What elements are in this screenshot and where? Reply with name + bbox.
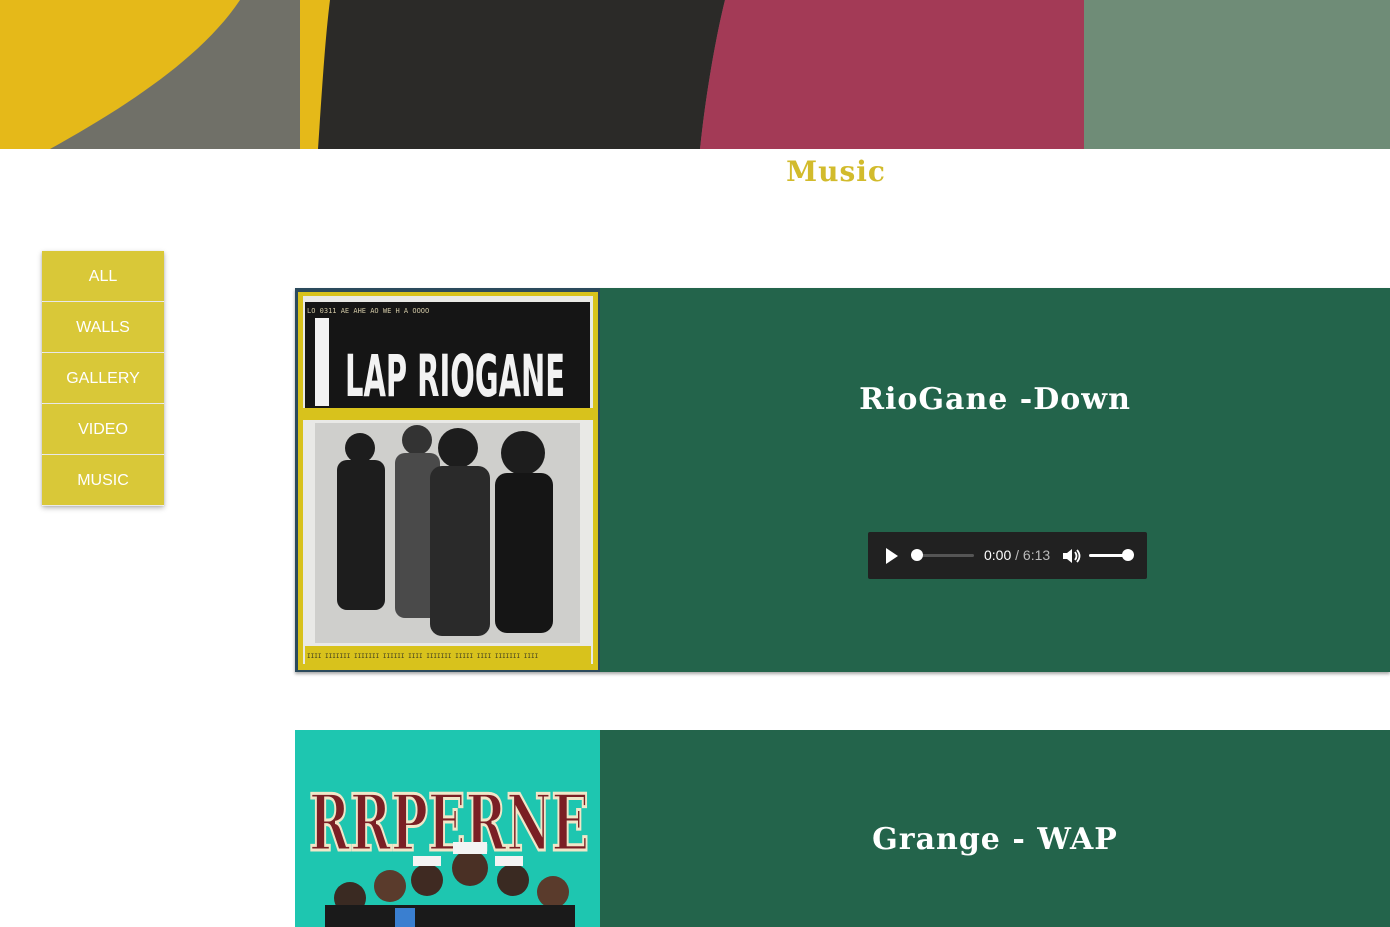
banner-artwork bbox=[0, 0, 1390, 149]
album-cover-image: RRPERNE bbox=[295, 730, 600, 927]
album-cover-title: RRPERNE bbox=[309, 778, 589, 869]
page-title: Music bbox=[786, 155, 886, 188]
volume-handle[interactable] bbox=[1122, 549, 1134, 561]
volume-icon[interactable] bbox=[1062, 547, 1082, 565]
track-title: RioGane -Down bbox=[859, 382, 1131, 417]
svg-text:IIII IIIIIII IIIIIII IIIIII II: IIII IIIIIII IIIIIII IIIIII IIII IIIIIII… bbox=[307, 653, 539, 660]
volume-slider[interactable] bbox=[1089, 549, 1134, 561]
play-icon[interactable] bbox=[886, 548, 898, 564]
seek-slider[interactable] bbox=[911, 549, 974, 561]
filter-music-button[interactable]: MUSIC bbox=[42, 455, 164, 505]
filter-walls-button[interactable]: WALLS bbox=[42, 302, 164, 352]
music-card: LO 0311 AE AHE AO WE H A OOOO LAP RIOGAN… bbox=[295, 288, 1390, 672]
audio-player: 0:00 / 6:13 bbox=[868, 532, 1147, 579]
time-display: 0:00 / 6:13 bbox=[984, 547, 1050, 563]
filter-all-button[interactable]: ALL bbox=[42, 251, 164, 301]
svg-text:LO 0311 AE AHE AO WE H: LO 0311 AE AHE AO WE H A OOOO bbox=[307, 307, 429, 315]
category-filter-nav: ALL WALLS GALLERY VIDEO MUSIC bbox=[42, 251, 164, 506]
album-cover-title: LAP RIOGANE bbox=[345, 342, 565, 410]
time-separator: / bbox=[1015, 547, 1020, 563]
filter-video-button[interactable]: VIDEO bbox=[42, 404, 164, 454]
music-card: RRPERNE Grange - WAP bbox=[295, 730, 1390, 927]
current-time: 0:00 bbox=[984, 547, 1012, 563]
duration: 6:13 bbox=[1022, 547, 1051, 563]
seek-handle[interactable] bbox=[911, 549, 923, 561]
album-cover-image: LO 0311 AE AHE AO WE H A OOOO LAP RIOGAN… bbox=[295, 288, 600, 672]
header-banner bbox=[0, 0, 1390, 149]
track-title: Grange - WAP bbox=[872, 822, 1118, 857]
filter-gallery-button[interactable]: GALLERY bbox=[42, 353, 164, 403]
